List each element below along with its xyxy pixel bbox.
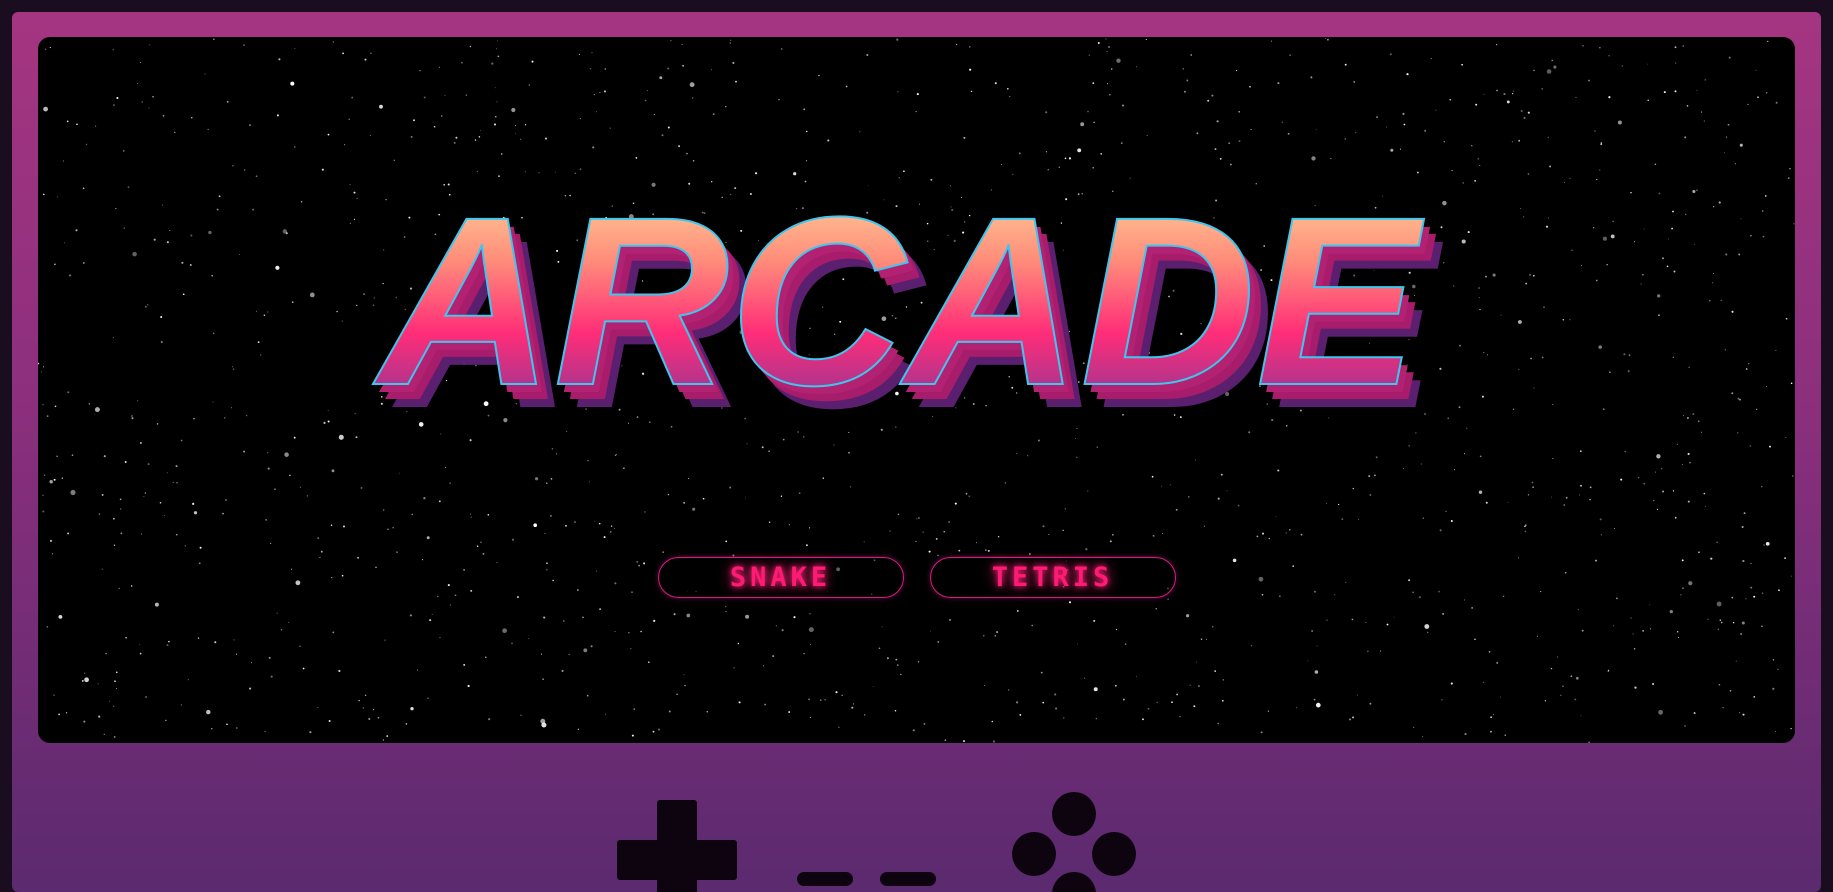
title-text: ARCADE bbox=[373, 167, 1425, 435]
game-screen: ARCADE ARCADE ARCADE ARCADE SNAKE TETRIS bbox=[38, 37, 1795, 743]
action-button-top[interactable] bbox=[1052, 792, 1096, 836]
game-menu: SNAKE TETRIS bbox=[38, 557, 1795, 598]
snake-button[interactable]: SNAKE bbox=[657, 557, 904, 598]
controller-panel bbox=[12, 772, 1821, 892]
console-body: ARCADE ARCADE ARCADE ARCADE SNAKE TETRIS bbox=[12, 12, 1821, 892]
action-button-bottom[interactable] bbox=[1052, 872, 1096, 892]
action-button-left[interactable] bbox=[1012, 832, 1056, 876]
action-button-right[interactable] bbox=[1092, 832, 1136, 876]
start-button-icon[interactable] bbox=[880, 872, 936, 886]
select-button-icon[interactable] bbox=[797, 872, 853, 886]
tetris-button[interactable]: TETRIS bbox=[929, 557, 1176, 598]
title-logo: ARCADE ARCADE ARCADE ARCADE bbox=[372, 166, 1444, 458]
